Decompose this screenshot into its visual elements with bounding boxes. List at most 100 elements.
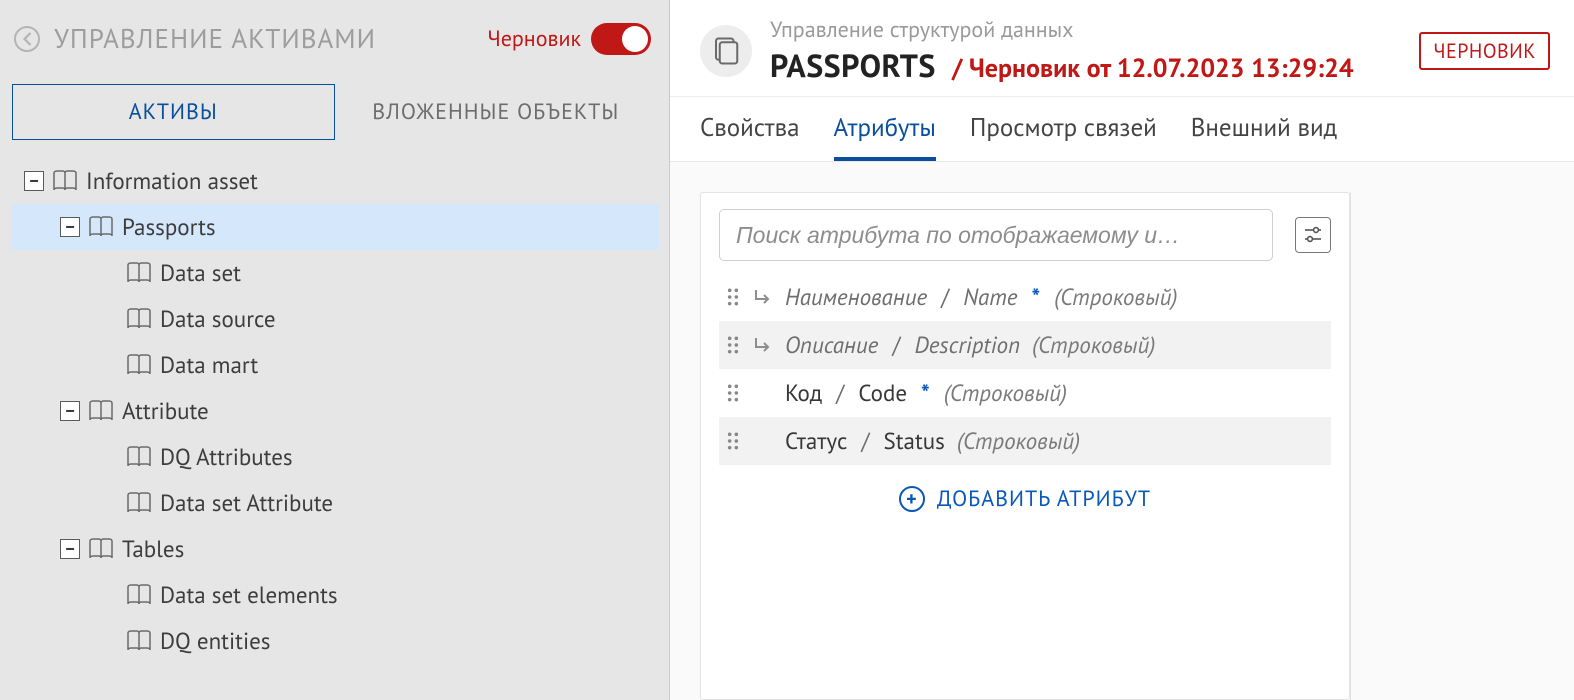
draft-timestamp: / Черновик от 12.07.2023 13:29:24 xyxy=(952,52,1354,85)
draft-toggle-group: Черновик xyxy=(487,23,651,55)
book-icon xyxy=(126,354,152,376)
required-star-icon: * xyxy=(919,379,932,408)
draft-toggle[interactable] xyxy=(591,23,651,55)
attribute-row[interactable]: Наименование / Name * (Строковый) xyxy=(719,273,1331,321)
attribute-list: Наименование / Name* (Строковый)Описание… xyxy=(719,273,1331,465)
page-title: PASSPORTS xyxy=(770,44,936,86)
tree-item[interactable]: − Passports xyxy=(12,204,659,250)
drag-handle-icon xyxy=(725,383,741,403)
attribute-type: (Строковый) xyxy=(1032,331,1155,360)
sidebar: УПРАВЛЕНИЕ АКТИВАМИ Черновик АКТИВЫ ВЛОЖ… xyxy=(0,0,670,700)
drag-handle-icon xyxy=(725,431,741,451)
book-icon xyxy=(126,262,152,284)
main-tabs: Свойства Атрибуты Просмотр связей Внешни… xyxy=(670,97,1574,162)
attribute-name-ru: Наименование xyxy=(785,283,927,312)
separator: / xyxy=(939,283,951,312)
draft-toggle-label: Черновик xyxy=(487,25,581,53)
tree-expander[interactable]: − xyxy=(60,401,80,421)
drag-handle-icon xyxy=(725,287,741,307)
tree-expander xyxy=(98,447,118,467)
tree-expander[interactable]: − xyxy=(60,539,80,559)
book-icon xyxy=(88,538,114,560)
tree-item-label: Data set elements xyxy=(160,581,338,610)
attribute-type: (Строковый) xyxy=(944,379,1067,408)
tab-nested-objects[interactable]: ВЛОЖЕННЫЕ ОБЪЕКТЫ xyxy=(335,84,658,140)
tree-item-label: Attribute xyxy=(122,397,209,426)
attribute-name-ru: Описание xyxy=(785,331,878,360)
drag-handle-icon xyxy=(725,335,741,355)
attribute-row[interactable]: Описание / Description (Строковый) xyxy=(719,321,1331,369)
main-header: Управление структурой данных PASSPORTS /… xyxy=(670,0,1574,97)
tree-expander xyxy=(98,263,118,283)
attribute-name-en: Status xyxy=(884,427,945,456)
book-icon xyxy=(126,630,152,652)
tree-expander[interactable]: − xyxy=(24,171,44,191)
attribute-name-ru: Код xyxy=(785,379,822,408)
book-icon xyxy=(88,400,114,422)
attribute-search-input[interactable] xyxy=(719,209,1273,261)
tree-item[interactable]: DQ Attributes xyxy=(12,434,659,480)
inherited-arrow-icon xyxy=(753,335,773,355)
book-icon xyxy=(88,216,114,238)
tree-item-label: Passports xyxy=(122,213,216,242)
attribute-name-en: Code xyxy=(858,379,907,408)
book-icon xyxy=(126,492,152,514)
main: Управление структурой данных PASSPORTS /… xyxy=(670,0,1574,700)
tree-item-label: Information asset xyxy=(86,167,258,196)
filter-button[interactable] xyxy=(1295,217,1331,253)
tree-item-label: Data set xyxy=(160,259,241,288)
tab-attributes[interactable]: Атрибуты xyxy=(834,111,936,161)
tab-properties[interactable]: Свойства xyxy=(700,111,800,161)
tree-item[interactable]: DQ entities xyxy=(12,618,659,664)
separator: / xyxy=(890,331,902,360)
attribute-name-en: Description xyxy=(914,331,1020,360)
attribute-detail-pane xyxy=(1350,192,1574,700)
book-icon xyxy=(52,170,78,192)
tree-item[interactable]: Data set Attribute xyxy=(12,480,659,526)
status-badge: ЧЕРНОВИК xyxy=(1419,32,1550,70)
tree-item[interactable]: Data source xyxy=(12,296,659,342)
tree-expander xyxy=(98,355,118,375)
add-attribute-label: ДОБАВИТЬ АТРИБУТ xyxy=(937,485,1151,513)
tree-item[interactable]: Data set elements xyxy=(12,572,659,618)
attribute-row[interactable]: Код / Code * (Строковый) xyxy=(719,369,1331,417)
attribute-type: (Строковый) xyxy=(957,427,1080,456)
asset-tree: − Information asset − Passports Data set Data… xyxy=(0,144,669,674)
attribute-type: (Строковый) xyxy=(1054,283,1177,312)
tree-item[interactable]: Data mart xyxy=(12,342,659,388)
tree-item-label: DQ Attributes xyxy=(160,443,293,472)
book-icon xyxy=(126,446,152,468)
tab-relations[interactable]: Просмотр связей xyxy=(970,111,1157,161)
tree-item-label: DQ entities xyxy=(160,627,270,656)
tree-item[interactable]: − Information asset xyxy=(12,158,659,204)
tree-expander xyxy=(98,631,118,651)
toggle-knob xyxy=(622,26,648,52)
tab-assets[interactable]: АКТИВЫ xyxy=(12,84,335,140)
inherited-arrow-icon xyxy=(753,287,773,307)
attribute-row[interactable]: Статус / Status (Строковый) xyxy=(719,417,1331,465)
attributes-panel: Наименование / Name* (Строковый)Описание… xyxy=(700,192,1350,700)
tree-expander xyxy=(98,493,118,513)
main-body: Наименование / Name* (Строковый)Описание… xyxy=(670,162,1574,700)
tree-expander[interactable]: − xyxy=(60,217,80,237)
entity-icon xyxy=(700,25,752,77)
separator: / xyxy=(834,379,846,408)
sidebar-tabs: АКТИВЫ ВЛОЖЕННЫЕ ОБЪЕКТЫ xyxy=(0,74,669,144)
required-star-icon: * xyxy=(1029,283,1042,312)
tree-item-label: Data set Attribute xyxy=(160,489,333,518)
tab-appearance[interactable]: Внешний вид xyxy=(1191,111,1337,161)
add-attribute-button[interactable]: + ДОБАВИТЬ АТРИБУТ xyxy=(719,465,1331,513)
sliders-icon xyxy=(1303,226,1323,244)
attribute-name-en: Name xyxy=(963,283,1017,312)
tree-item-label: Tables xyxy=(122,535,184,564)
documents-stack-icon xyxy=(711,36,741,66)
tree-item[interactable]: − Attribute xyxy=(12,388,659,434)
back-button[interactable] xyxy=(14,26,40,52)
tree-item[interactable]: − Tables xyxy=(12,526,659,572)
book-icon xyxy=(126,584,152,606)
tree-item-label: Data source xyxy=(160,305,276,334)
tree-expander xyxy=(98,309,118,329)
tree-item[interactable]: Data set xyxy=(12,250,659,296)
chevron-left-icon xyxy=(22,32,33,46)
attribute-name-ru: Статус xyxy=(785,427,847,456)
